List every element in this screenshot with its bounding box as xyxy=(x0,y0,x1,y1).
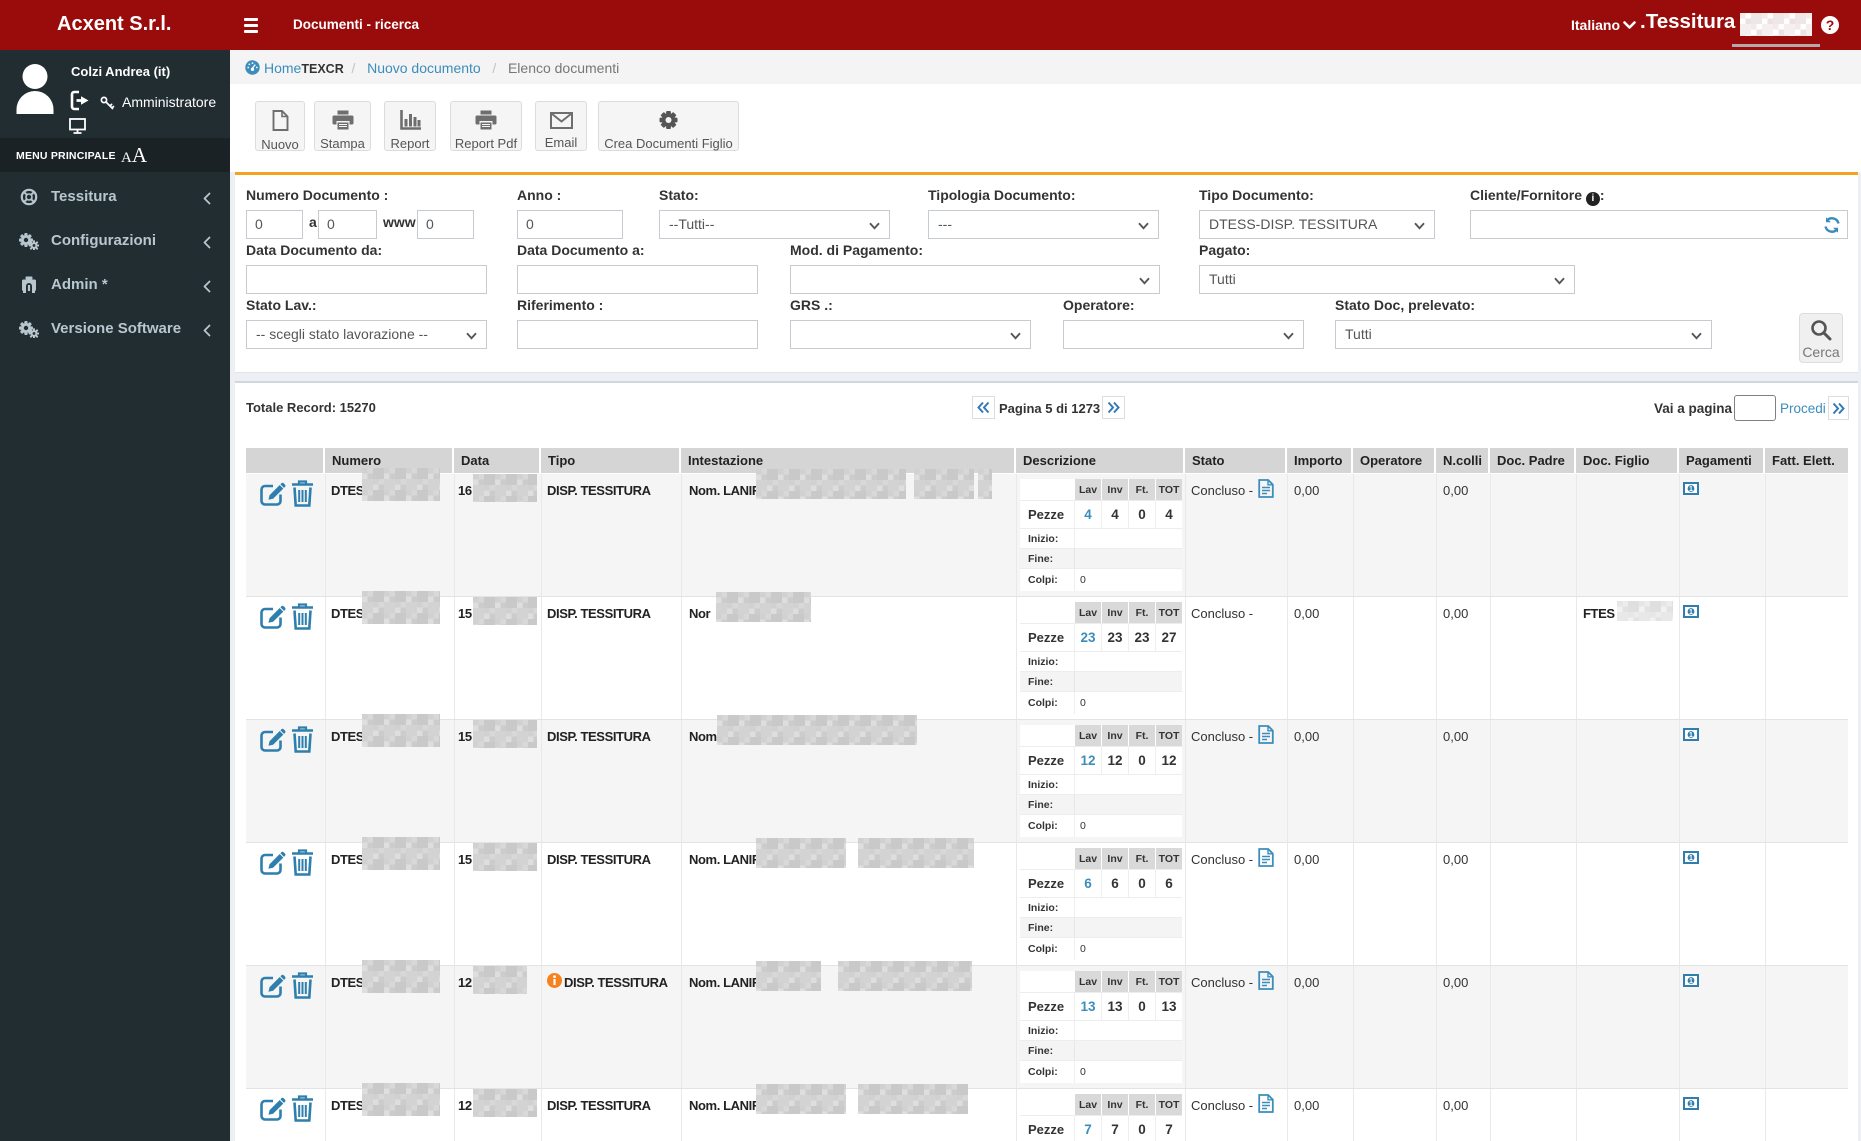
svg-text:1: 1 xyxy=(1689,855,1693,862)
svg-text:1: 1 xyxy=(1689,609,1693,616)
svg-text:1: 1 xyxy=(1689,732,1693,739)
svg-text:1: 1 xyxy=(1689,978,1693,985)
svg-text:1: 1 xyxy=(1689,486,1693,493)
svg-text:1: 1 xyxy=(1689,1101,1693,1108)
